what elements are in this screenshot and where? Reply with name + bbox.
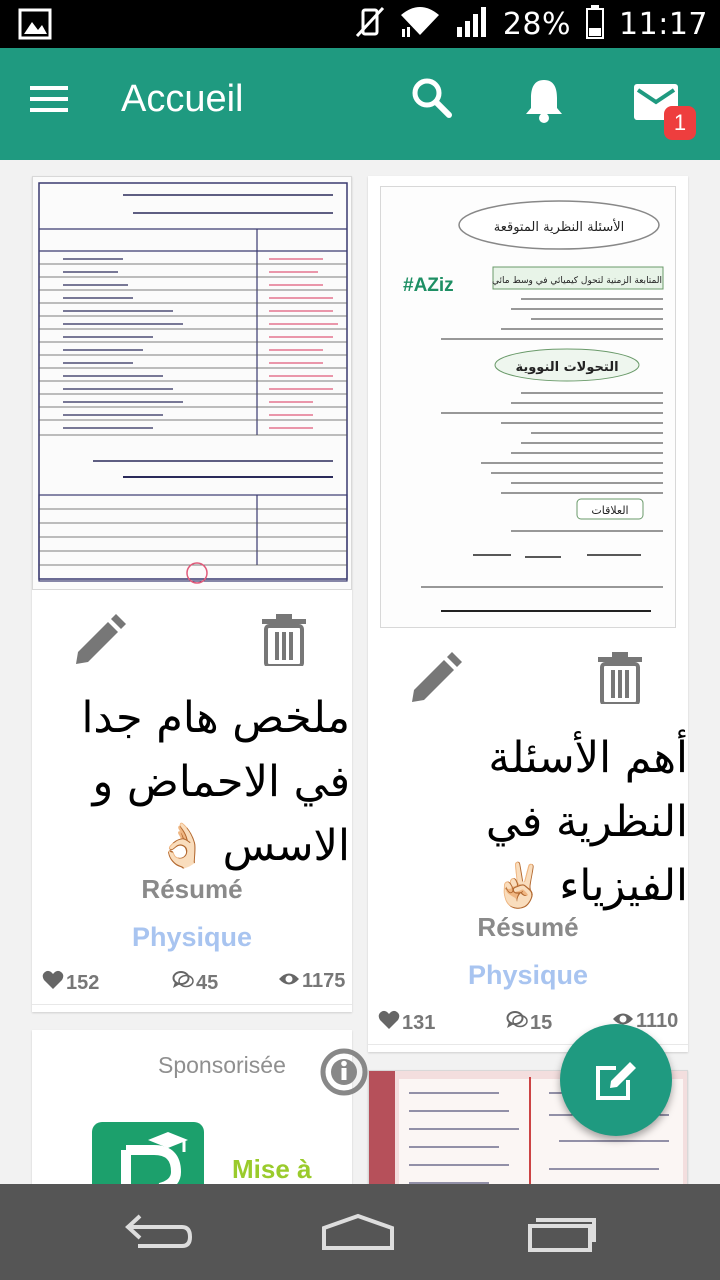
compose-icon <box>596 1062 636 1100</box>
thumb-tag: #AZiz <box>403 275 454 296</box>
battery-percent: 28% <box>502 6 572 42</box>
edit-button[interactable] <box>408 652 462 706</box>
post-type: Résumé <box>477 912 579 942</box>
edit-button[interactable] <box>72 614 126 668</box>
info-icon[interactable] <box>320 1048 368 1096</box>
clock: 11:17 <box>619 6 708 42</box>
vibrate-off-icon <box>355 4 385 44</box>
search-icon[interactable] <box>410 76 466 132</box>
gallery-notification-icon <box>18 8 52 44</box>
post-stats: 152 45 1175 <box>32 970 352 1000</box>
post-thumbnail[interactable] <box>32 176 352 590</box>
home-icon[interactable] <box>320 1212 400 1256</box>
recents-icon[interactable] <box>526 1212 606 1256</box>
heart-icon <box>378 1010 400 1036</box>
wifi-icon <box>399 5 441 43</box>
app-bar: Accueil 1 <box>0 48 720 160</box>
post-card[interactable]: الأسئلة النظرية المتوقعة #AZiz المتابعة … <box>368 176 688 1052</box>
ad-app-logo[interactable] <box>92 1122 204 1184</box>
card-divider <box>32 1004 352 1012</box>
thumb-section-1: المتابعة الزمنية لتحول كيميائي في وسط ما… <box>492 276 662 286</box>
delete-button[interactable] <box>262 614 310 668</box>
system-nav-bar <box>0 1184 720 1280</box>
thumb-section-2: التحولات النووية <box>515 360 618 375</box>
heart-icon <box>42 970 64 996</box>
delete-button[interactable] <box>598 652 646 706</box>
comments-stat[interactable]: 45 <box>172 970 218 996</box>
status-bar: 28% 11:17 <box>0 0 720 48</box>
eye-icon <box>278 970 300 993</box>
thumb-heading: الأسئلة النظرية المتوقعة <box>494 218 624 235</box>
comments-stat[interactable]: 15 <box>506 1010 552 1036</box>
signal-icon <box>455 5 489 43</box>
compose-button[interactable] <box>560 1024 672 1136</box>
menu-icon[interactable] <box>30 82 82 126</box>
post-type: Résumé <box>141 874 243 904</box>
ad-update-button[interactable]: Mise à jour <box>232 1154 352 1184</box>
back-icon[interactable] <box>124 1212 204 1256</box>
sponsored-label: Sponsorisée <box>158 1052 286 1078</box>
thumb-section-3: العلاقات <box>591 504 628 517</box>
sponsored-card[interactable]: Sponsorisée Mise à jour <box>32 1030 368 1184</box>
post-thumbnail[interactable]: الأسئلة النظرية المتوقعة #AZiz المتابعة … <box>380 186 676 628</box>
post-title[interactable]: أهم الأسئلة النظرية في الفيزياء ✌🏻 <box>378 726 688 918</box>
likes-stat[interactable]: 152 <box>42 970 99 996</box>
mail-badge: 1 <box>664 106 696 140</box>
comment-icon <box>506 1010 528 1036</box>
battery-icon <box>585 4 605 44</box>
post-feed[interactable]: ملخص هام جدا في الاحماض و الاسس 👌🏻 Résum… <box>0 160 720 1184</box>
bell-icon[interactable] <box>522 76 578 132</box>
likes-stat[interactable]: 131 <box>378 1010 435 1036</box>
post-card[interactable]: ملخص هام جدا في الاحماض و الاسس 👌🏻 Résum… <box>32 176 352 1012</box>
post-subject[interactable]: Physique <box>32 922 352 953</box>
views-stat: 1175 <box>278 970 345 993</box>
comment-icon <box>172 970 194 996</box>
page-title: Accueil <box>121 78 244 120</box>
post-title[interactable]: ملخص هام جدا في الاحماض و الاسس 👌🏻 <box>44 686 350 878</box>
post-subject[interactable]: Physique <box>368 960 688 991</box>
